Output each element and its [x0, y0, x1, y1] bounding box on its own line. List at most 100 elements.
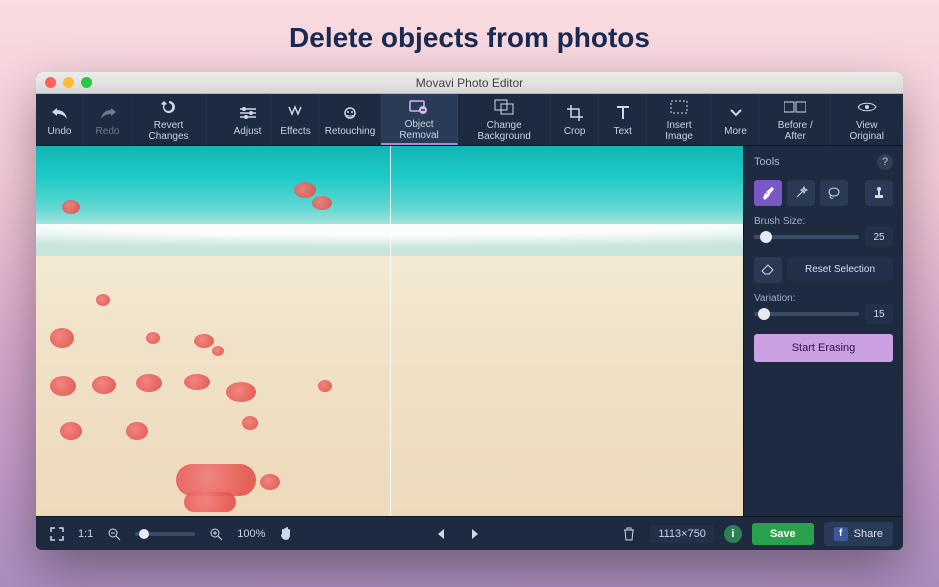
- share-button[interactable]: f Share: [824, 522, 893, 546]
- split-divider[interactable]: [390, 146, 391, 516]
- zoom-in-icon[interactable]: [205, 523, 227, 545]
- save-button[interactable]: Save: [752, 523, 814, 545]
- toolbar-label: View Original: [841, 120, 892, 142]
- sliders-icon: [239, 103, 257, 123]
- window-title: Movavi Photo Editor: [36, 76, 903, 90]
- selection-mark: [312, 196, 332, 210]
- titlebar: Movavi Photo Editor: [36, 72, 903, 94]
- change-bg-button[interactable]: Change Background: [458, 94, 551, 145]
- help-icon[interactable]: ?: [877, 154, 893, 170]
- prev-image-icon[interactable]: [430, 523, 452, 545]
- selection-mark: [226, 382, 256, 402]
- selection-mark: [260, 474, 280, 490]
- selection-mark: [184, 374, 210, 390]
- selection-mark: [60, 422, 82, 440]
- redo-icon: [99, 103, 117, 123]
- brush-size-value: 25: [865, 227, 893, 247]
- lasso-tool[interactable]: [820, 180, 848, 206]
- facebook-icon: f: [834, 527, 848, 541]
- selection-mark: [136, 374, 162, 392]
- toolbar-label: Change Background: [468, 120, 540, 142]
- tool-selector: [754, 180, 893, 206]
- toolbar-label: Insert Image: [657, 120, 701, 142]
- toolbar-label: Undo: [48, 126, 72, 137]
- share-label: Share: [854, 528, 883, 540]
- view-original-button[interactable]: View Original: [831, 94, 903, 145]
- toolbar-label: More: [724, 126, 747, 137]
- variation-slider[interactable]: [754, 312, 859, 316]
- zoom-percent: 100%: [237, 528, 265, 540]
- selection-mark: [294, 182, 316, 198]
- crop-button[interactable]: Crop: [551, 94, 599, 145]
- main-toolbar: Undo Redo Revert Changes Adjust Effects: [36, 94, 903, 146]
- before-after-button[interactable]: Before / After: [760, 94, 831, 145]
- selection-mark: [242, 416, 258, 430]
- chevron-down-icon: [730, 103, 742, 123]
- brush-size-label: Brush Size:: [754, 216, 893, 227]
- info-icon[interactable]: i: [724, 525, 742, 543]
- page-headline: Delete objects from photos: [289, 22, 650, 54]
- toolbar-label: Adjust: [234, 126, 262, 137]
- eraser-tool[interactable]: [754, 257, 782, 283]
- image-dimensions: 1113×750: [650, 525, 714, 543]
- effects-button[interactable]: Effects: [272, 94, 320, 145]
- selection-mark: [212, 346, 224, 356]
- zoom-slider[interactable]: [135, 532, 195, 536]
- selection-mark: [194, 334, 214, 348]
- insert-image-icon: [670, 97, 688, 117]
- retouch-icon: [341, 103, 359, 123]
- start-erasing-button[interactable]: Start Erasing: [754, 334, 893, 362]
- magic-wand-tool[interactable]: [787, 180, 815, 206]
- brush-tool[interactable]: [754, 180, 782, 206]
- toolbar-label: Effects: [280, 126, 310, 137]
- right-panel: Tools ? Brush Size: 25 Reset Selection: [743, 146, 903, 516]
- toolbar-label: Retouching: [325, 126, 376, 137]
- toolbar-label: Crop: [564, 126, 586, 137]
- image-canvas[interactable]: [36, 146, 743, 516]
- reset-selection-button[interactable]: Reset Selection: [787, 257, 893, 281]
- brush-size-slider[interactable]: [754, 235, 859, 239]
- text-icon: [616, 103, 630, 123]
- toolbar-label: Object Removal: [391, 119, 447, 141]
- revert-icon: [160, 97, 178, 117]
- text-button[interactable]: Text: [599, 94, 647, 145]
- variation-value: 15: [865, 304, 893, 324]
- app-window: Movavi Photo Editor Undo Redo Revert Cha…: [36, 72, 903, 550]
- variation-label: Variation:: [754, 293, 893, 304]
- effects-icon: [287, 103, 305, 123]
- undo-button[interactable]: Undo: [36, 94, 84, 145]
- stamp-tool[interactable]: [865, 180, 893, 206]
- selection-mark: [318, 380, 332, 392]
- toolbar-label: Revert Changes: [142, 120, 195, 142]
- compare-icon: [784, 97, 806, 117]
- fit-actual-button[interactable]: 1:1: [78, 528, 93, 540]
- zoom-out-icon[interactable]: [103, 523, 125, 545]
- selection-mark: [126, 422, 148, 440]
- selection-mark: [146, 332, 160, 344]
- selection-mark: [96, 294, 110, 306]
- toolbar-label: Before / After: [770, 120, 820, 142]
- object-removal-icon: [409, 96, 429, 116]
- fullscreen-icon[interactable]: [46, 523, 68, 545]
- crop-icon: [567, 103, 583, 123]
- adjust-button[interactable]: Adjust: [224, 94, 272, 145]
- trash-icon[interactable]: [618, 523, 640, 545]
- next-image-icon[interactable]: [464, 523, 486, 545]
- selection-mark: [50, 328, 74, 348]
- more-button[interactable]: More: [712, 94, 760, 145]
- redo-button[interactable]: Redo: [84, 94, 132, 145]
- eye-icon: [857, 97, 877, 117]
- undo-icon: [51, 103, 69, 123]
- revert-button[interactable]: Revert Changes: [132, 94, 206, 145]
- retouching-button[interactable]: Retouching: [320, 94, 381, 145]
- selection-mark: [50, 376, 76, 396]
- object-removal-button[interactable]: Object Removal: [381, 94, 458, 145]
- toolbar-label: Redo: [96, 126, 120, 137]
- selection-mark: [184, 492, 236, 512]
- tools-heading: Tools: [754, 156, 780, 168]
- insert-image-button[interactable]: Insert Image: [647, 94, 712, 145]
- pan-hand-icon[interactable]: [275, 523, 297, 545]
- selection-mark: [92, 376, 116, 394]
- background-icon: [494, 97, 514, 117]
- selection-mark: [62, 200, 80, 214]
